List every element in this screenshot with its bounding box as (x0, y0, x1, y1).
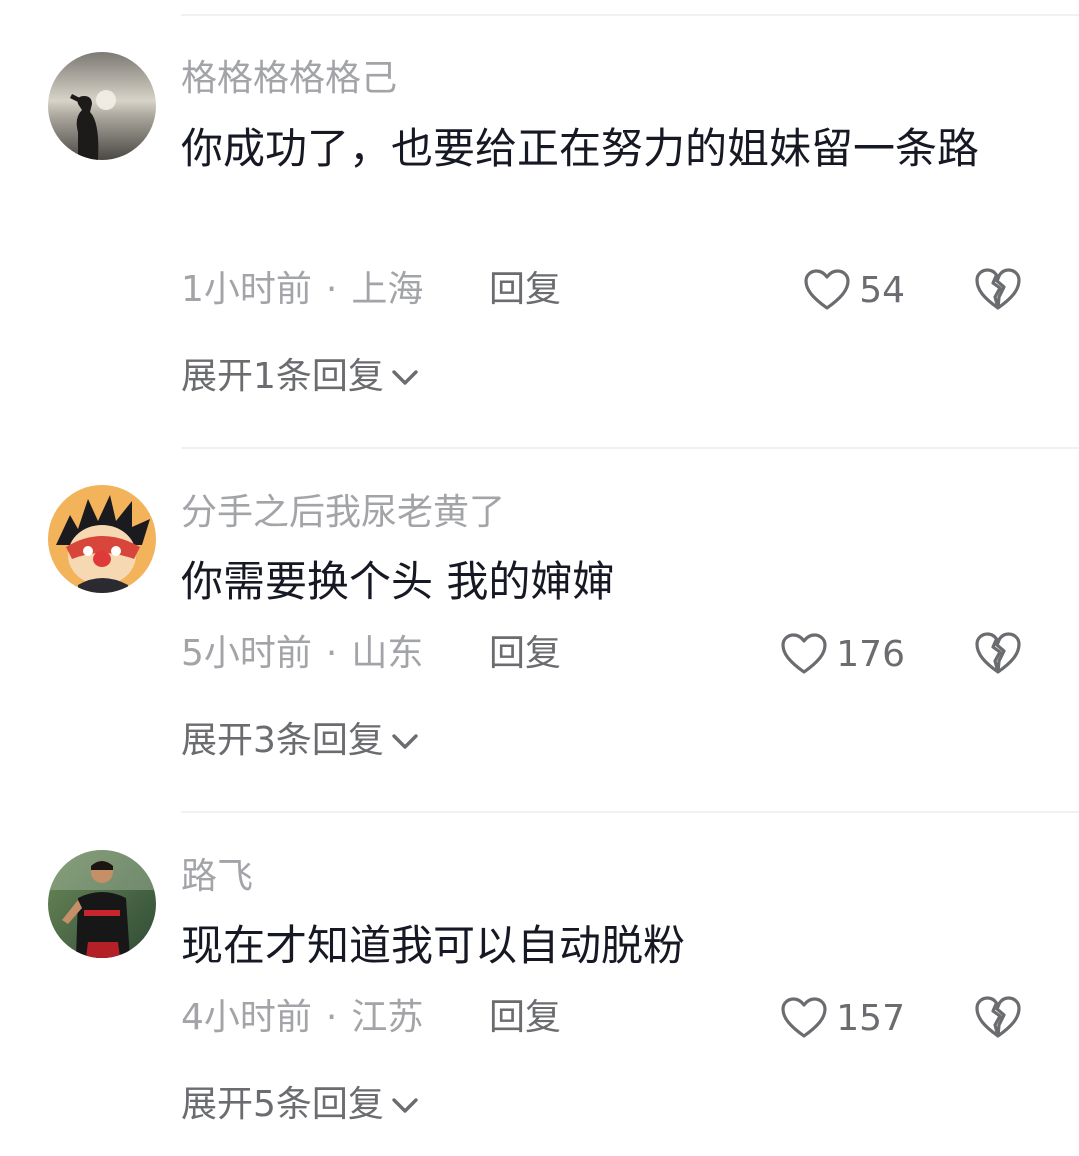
location: 江苏 (351, 997, 424, 1038)
username[interactable]: 分手之后我尿老黄了 (181, 491, 505, 535)
chevron-down-icon (390, 719, 420, 763)
like-button[interactable]: 157 (780, 994, 905, 1042)
divider (181, 811, 1079, 813)
chevron-down-icon (390, 1083, 420, 1127)
location: 山东 (351, 633, 424, 674)
broken-heart-icon (974, 994, 1022, 1040)
expand-replies[interactable]: 展开5条回复 (181, 1083, 420, 1127)
like-button[interactable]: 176 (780, 630, 905, 678)
reply-button[interactable]: 回复 (489, 996, 561, 1040)
comment-text: 你需要换个头 我的婶婶 (181, 557, 615, 606)
avatar[interactable] (48, 850, 156, 958)
expand-replies[interactable]: 展开3条回复 (181, 719, 420, 763)
expand-label: 展开5条回复 (181, 1084, 384, 1125)
divider (181, 447, 1079, 449)
separator: · (325, 633, 338, 674)
broken-heart-icon (974, 630, 1022, 676)
heart-icon (780, 632, 828, 676)
timestamp: 5小时前 (181, 633, 312, 674)
comment-meta: 4小时前 · 江苏 (181, 996, 423, 1040)
comment-item: 路飞 现在才知道我可以自动脱粉 4小时前 · 江苏 回复 157 展开5条回复 (0, 0, 1079, 1125)
avatar[interactable] (48, 485, 156, 593)
dislike-button[interactable] (974, 994, 1022, 1042)
timestamp: 4小时前 (181, 997, 312, 1038)
like-count: 176 (836, 633, 905, 675)
separator: · (325, 997, 338, 1038)
comment-text: 现在才知道我可以自动脱粉 (181, 921, 686, 970)
like-count: 157 (836, 997, 905, 1039)
dislike-button[interactable] (974, 630, 1022, 678)
expand-label: 展开3条回复 (181, 720, 384, 761)
reply-button[interactable]: 回复 (489, 632, 561, 676)
username[interactable]: 路飞 (181, 855, 253, 899)
comment-meta: 5小时前 · 山东 (181, 632, 423, 676)
heart-icon (780, 996, 828, 1040)
